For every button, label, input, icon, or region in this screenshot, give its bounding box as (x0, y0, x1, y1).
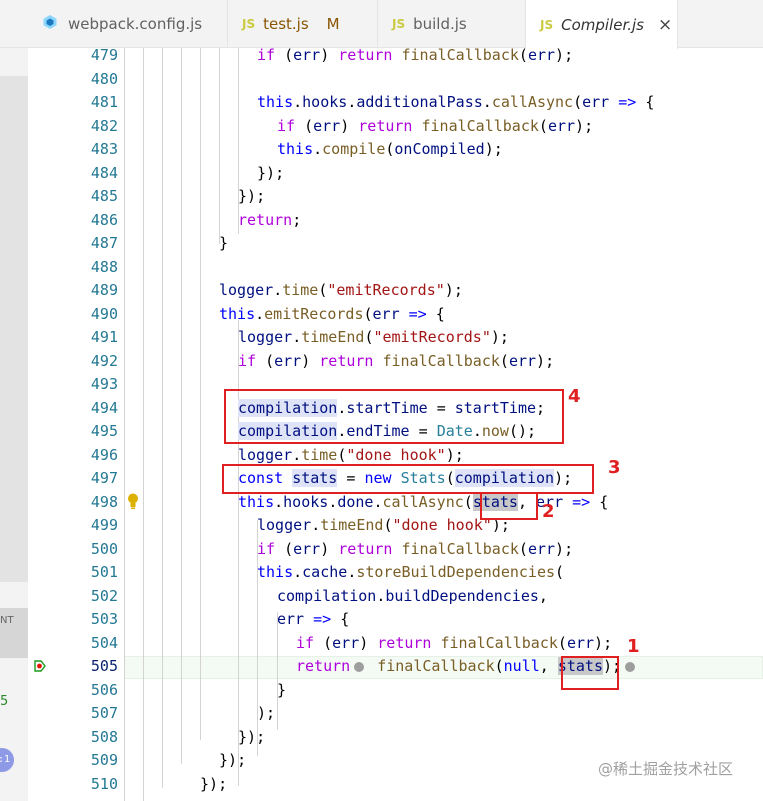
code-line[interactable]: compilation.buildDependencies, (277, 585, 548, 609)
indent-guide (219, 48, 220, 244)
code-line[interactable]: }); (219, 749, 246, 773)
line-number: 500 (90, 539, 118, 558)
line-number: 492 (90, 351, 118, 370)
line-number: 509 (90, 751, 118, 769)
indent-guide (181, 48, 182, 764)
panel-block (0, 432, 28, 582)
code-line[interactable]: this.cache.storeBuildDependencies( (257, 561, 564, 585)
line-number: 499 (90, 516, 118, 534)
line-number: 507 (90, 704, 118, 722)
line-number: 485 (90, 187, 118, 205)
code-line[interactable]: if (err) return finalCallback(err); (296, 632, 612, 656)
panel-label: 5 (0, 694, 9, 709)
code-line[interactable]: return; (238, 209, 301, 233)
watermark: @稀土掘金技术社区 (598, 760, 734, 778)
breakpoint-icon[interactable] (33, 659, 47, 673)
indent-guide (162, 48, 163, 788)
close-icon[interactable]: × (658, 15, 672, 35)
line-number-gutter: 479 480 481 482 483 484 485 486 487 488 489 490 491 4… (28, 46, 120, 801)
line-number: 489 (90, 281, 118, 299)
code-line[interactable]: }); (257, 162, 284, 186)
annotation-box (480, 492, 538, 520)
line-number: 479 (90, 46, 118, 64)
annotation-number: 1 (627, 636, 640, 657)
line-number: 484 (90, 163, 118, 182)
tab-webpack-config[interactable]: webpack.config.js (28, 0, 228, 48)
code-line[interactable]: if (err) return finalCallback(err); (277, 115, 593, 139)
code-line[interactable]: err => { (277, 608, 349, 632)
tab-label: build.js (413, 15, 467, 33)
line-number: 495 (90, 422, 118, 440)
line-number: 501 (90, 563, 118, 581)
line-number: 508 (90, 727, 118, 746)
code-line[interactable]: if (err) return finalCallback(err); (257, 44, 573, 68)
line-number: 490 (90, 304, 118, 323)
tab-compiler-js[interactable]: JS Compiler.js × (526, 0, 678, 49)
code-line[interactable]: this.emitRecords(err => { (219, 303, 445, 327)
code-line[interactable]: logger.time("emitRecords"); (219, 279, 463, 303)
js-icon: JS (540, 17, 554, 32)
code-line[interactable]: } (277, 679, 286, 703)
tab-label: test.js (263, 15, 309, 33)
line-number: 487 (90, 234, 118, 252)
code-line[interactable]: }); (200, 773, 227, 797)
lightbulb-icon[interactable] (126, 492, 140, 510)
tab-label: webpack.config.js (68, 15, 203, 33)
tab-test-js[interactable]: JS test.js M (228, 0, 378, 48)
js-icon: JS (392, 17, 406, 31)
annotation-box (224, 389, 564, 444)
indent-guide (143, 48, 144, 801)
code-line[interactable]: }); (238, 185, 265, 209)
tab-build-js[interactable]: JS build.js (378, 0, 526, 48)
line-number: 504 (90, 633, 118, 652)
code-line[interactable]: this.compile(onCompiled); (277, 138, 503, 162)
line-number: 494 (90, 398, 118, 417)
annotation-box (222, 464, 594, 494)
panel-block (0, 76, 28, 446)
js-icon: JS (242, 17, 256, 31)
code-line[interactable]: logger.timeEnd("emitRecords"); (238, 326, 509, 350)
annotation-box (561, 656, 619, 690)
annotation-number: 3 (608, 457, 621, 478)
inline-breakpoint-dot[interactable] (354, 661, 365, 672)
line-number: 498 (90, 492, 118, 511)
annotation-number: 4 (568, 386, 581, 407)
line-number: 480 (90, 69, 118, 88)
line-number: 493 (90, 375, 118, 393)
line-number: 510 (90, 774, 118, 793)
tab-label: Compiler.js (561, 15, 644, 34)
code-line[interactable]: if (err) return finalCallback(err); (238, 350, 554, 374)
side-panel-strip: NT 5 (0, 48, 28, 801)
line-number: 486 (90, 210, 118, 229)
line-number: 506 (90, 680, 118, 699)
line-number: 503 (90, 610, 118, 628)
modified-indicator: M (326, 15, 340, 33)
indent-guide (200, 48, 201, 740)
line-number: 496 (90, 445, 118, 464)
line-number: 502 (90, 586, 118, 605)
webpack-icon (42, 14, 58, 34)
inline-breakpoint-dot[interactable] (625, 661, 636, 672)
code-line[interactable]: if (err) return finalCallback(err); (257, 538, 573, 562)
annotation-number: 2 (542, 501, 555, 522)
panel-label: NT (0, 615, 14, 626)
line-number: 482 (90, 116, 118, 135)
code-line[interactable]: }); (238, 726, 265, 750)
line-number: 488 (90, 257, 118, 276)
indent-guide (124, 48, 125, 801)
code-line[interactable]: } (219, 232, 228, 256)
code-line[interactable]: this.hooks.additionalPass.callAsync(err … (257, 91, 654, 115)
code-line[interactable]: logger.timeEnd("done hook"); (257, 514, 510, 538)
editor-tab-bar: webpack.config.js JS test.js M JS build.… (0, 0, 763, 49)
code-line[interactable]: ); (257, 702, 275, 726)
line-number: 483 (90, 140, 118, 158)
line-number: 481 (90, 93, 118, 111)
line-number: 497 (90, 469, 118, 487)
line-number: 491 (90, 328, 118, 346)
line-number: 505 (90, 657, 118, 675)
